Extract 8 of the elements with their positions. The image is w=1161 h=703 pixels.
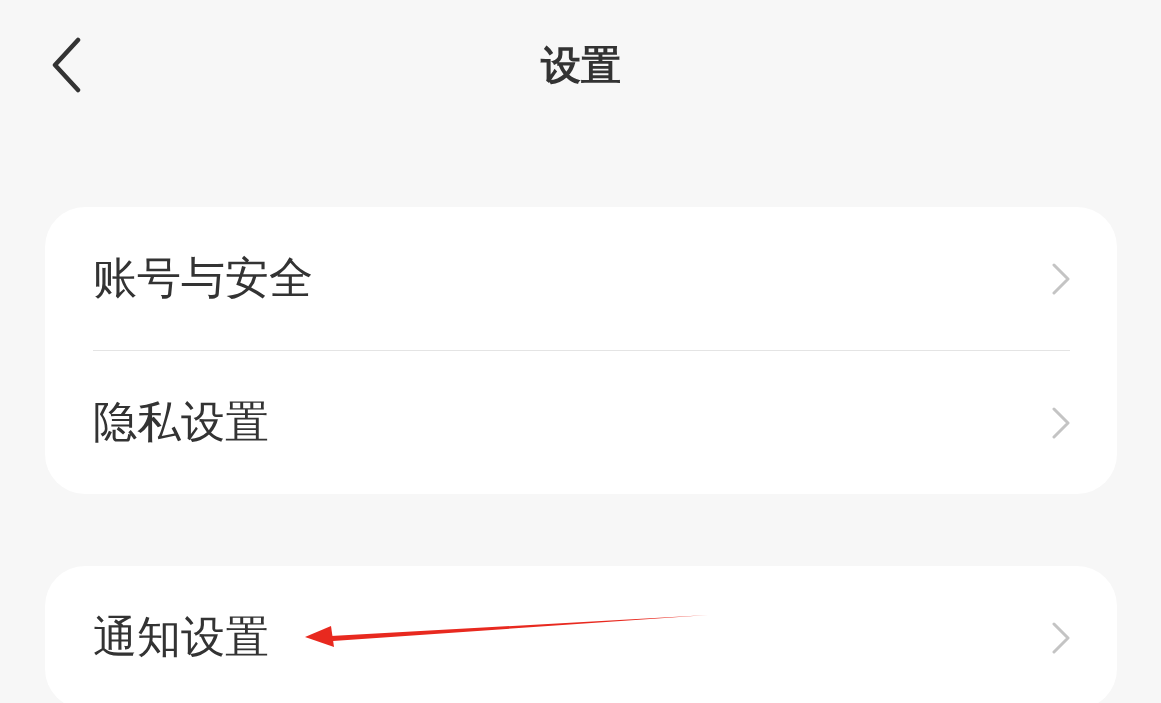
back-icon[interactable] bbox=[50, 37, 82, 93]
chevron-right-icon bbox=[1052, 262, 1070, 295]
page-title: 设置 bbox=[540, 40, 621, 90]
chevron-right-icon bbox=[1052, 406, 1070, 439]
settings-item[interactable]: 通知设置 bbox=[93, 566, 1070, 703]
chevron-right-icon bbox=[1052, 621, 1070, 654]
settings-item[interactable]: 隐私设置 bbox=[93, 351, 1070, 494]
settings-item[interactable]: 账号与安全 bbox=[93, 207, 1070, 350]
